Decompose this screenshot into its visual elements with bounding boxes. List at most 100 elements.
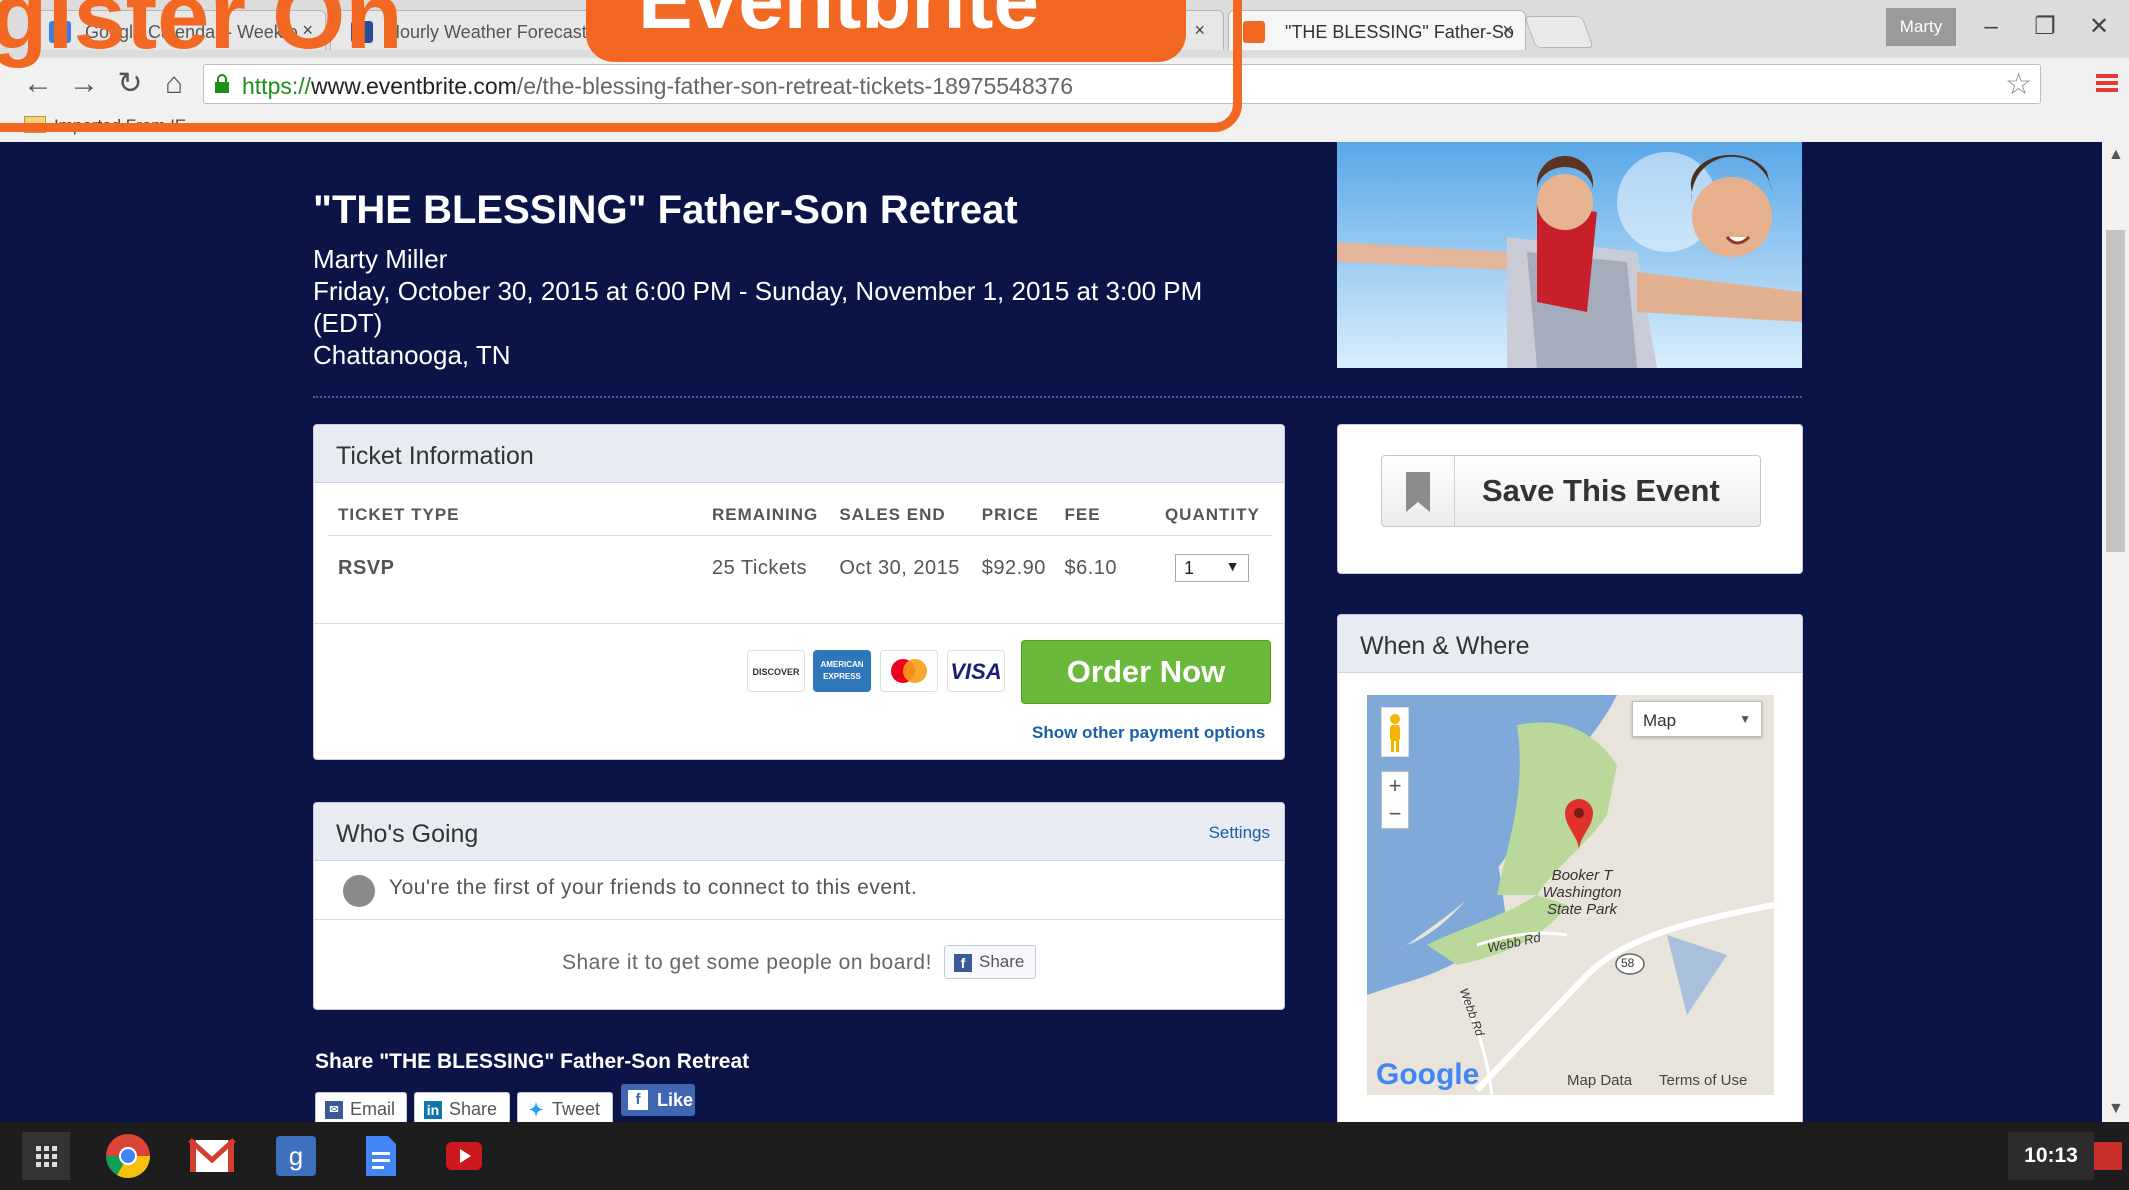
google-docs-icon[interactable] (356, 1132, 404, 1180)
fee-cell: $6.10 (1064, 556, 1118, 579)
app-launcher-icon[interactable] (22, 1132, 70, 1180)
bookmark-cell (1382, 456, 1455, 526)
zoom-in-button[interactable]: + (1382, 772, 1408, 800)
tab-blessing-retreat[interactable]: "THE BLESSING" Father-So × (1228, 10, 1526, 50)
taskbar: g 10:13 (0, 1122, 2129, 1190)
whos-going-panel: Who's Going Settings You're the first of… (313, 802, 1285, 1010)
annotation-banner-text: Eventbrite (638, 0, 1039, 46)
save-label: Save This Event (1482, 473, 1720, 508)
new-tab-button[interactable] (1524, 16, 1594, 48)
ticket-separator (314, 623, 1284, 624)
zoom-control: + − (1381, 771, 1409, 829)
restore-icon[interactable]: ❐ (2022, 8, 2068, 46)
event-hero-image (1337, 142, 1802, 368)
col-fee: FEE (1054, 483, 1125, 536)
zoom-out-button[interactable]: − (1382, 800, 1408, 828)
other-payment-options-link[interactable]: Show other payment options (1032, 723, 1265, 743)
ticket-type-cell: RSVP (338, 556, 395, 579)
friends-row: You're the first of your friends to conn… (314, 861, 1284, 920)
share-title: Share "THE BLESSING" Father-Son Retreat (315, 1050, 750, 1073)
col-quantity: QUANTITY (1124, 483, 1272, 536)
eventbrite-icon (1243, 21, 1265, 43)
gmail-icon[interactable] (188, 1132, 236, 1180)
scrollbar-thumb[interactable] (2106, 230, 2125, 552)
event-map[interactable]: + − Map ▼ Booker T Washington State Park… (1367, 695, 1774, 1095)
ticket-table: TICKET TYPE REMAINING SALES END PRICE FE… (328, 483, 1272, 600)
google-logo: Google (1376, 1058, 1479, 1092)
annotation-banner: Eventbrite (586, 0, 1186, 62)
profile-button[interactable]: Marty (1886, 8, 1956, 46)
caret-down-icon: ▼ (1225, 558, 1240, 574)
order-now-button[interactable]: Order Now (1021, 640, 1271, 704)
friends-text: You're the first of your friends to conn… (389, 876, 918, 899)
google-plus-icon[interactable]: g (272, 1132, 320, 1180)
col-remaining: REMAINING (702, 483, 830, 536)
col-ticket-type: TICKET TYPE (328, 483, 702, 536)
chrome-icon[interactable] (104, 1132, 152, 1180)
svg-text:g: g (289, 1141, 303, 1171)
remaining-cell: 25 Tickets (712, 556, 808, 579)
terms-of-use-link[interactable]: Terms of Use (1659, 1072, 1747, 1089)
twitter-icon: ✦ (527, 1100, 545, 1120)
share-prompt: Share it to get some people on board! (562, 951, 932, 974)
ticket-panel-heading: Ticket Information (314, 425, 1284, 483)
notification-tray-icon[interactable] (2094, 1142, 2122, 1170)
share-label: Share (979, 952, 1025, 971)
caret-down-icon: ▼ (1739, 712, 1751, 726)
close-icon[interactable]: × (1502, 20, 1513, 41)
settings-link[interactable]: Settings (1209, 823, 1270, 843)
youtube-icon[interactable] (440, 1132, 488, 1180)
save-event-panel: Save This Event (1337, 424, 1803, 574)
event-timezone: (EDT) (313, 308, 383, 338)
scroll-up-icon[interactable]: ▲ (2108, 146, 2124, 164)
linkedin-icon: in (424, 1101, 442, 1119)
map-data-link[interactable]: Map Data (1567, 1072, 1632, 1089)
annotation-left-text: gister On (0, 0, 403, 68)
linkedin-label: Share (449, 1099, 498, 1119)
facebook-like-button[interactable]: f Like (621, 1084, 695, 1116)
window-close-icon[interactable]: ✕ (2076, 8, 2122, 46)
event-organizer[interactable]: Marty Miller (313, 244, 447, 275)
visa-card-icon: VISA (947, 650, 1005, 692)
col-price: PRICE (971, 483, 1055, 536)
event-title: "THE BLESSING" Father-Son Retreat (313, 188, 1018, 232)
google-logo-text: Google (1376, 1058, 1480, 1091)
bookmark-icon (1406, 472, 1430, 512)
when-where-heading: When & Where (1338, 615, 1802, 673)
map-type-value: Map (1643, 711, 1677, 730)
col-sales-end: SALES END (829, 483, 972, 536)
minimize-icon[interactable]: – (1968, 8, 2014, 46)
park-label: Booker T Washington State Park (1542, 867, 1622, 918)
facebook-icon: f (954, 954, 972, 972)
event-page: "THE BLESSING" Father-Son Retreat Marty … (14, 142, 2102, 1122)
table-row: RSVP 25 Tickets Oct 30, 2015 $92.90 $6.1… (328, 536, 1272, 601)
email-share-button[interactable]: ✉ Email (315, 1092, 407, 1122)
facebook-icon: f (628, 1090, 648, 1110)
when-where-panel: When & Where + − Map ▼ Booker T Washingt… (1337, 614, 1803, 1122)
facebook-share-button[interactable]: f Share (944, 945, 1036, 979)
event-location: Chattanooga, TN (313, 340, 511, 370)
mastercard-logo (891, 659, 927, 683)
whos-going-heading: Who's Going Settings (314, 803, 1284, 861)
map-type-select[interactable]: Map ▼ (1632, 701, 1762, 737)
ticket-panel: Ticket Information TICKET TYPE REMAINING… (313, 424, 1285, 760)
system-clock[interactable]: 10:13 (2008, 1132, 2094, 1180)
scroll-down-icon[interactable]: ▼ (2108, 1100, 2124, 1118)
header-divider (313, 396, 1802, 398)
chrome-menu-icon[interactable] (2090, 66, 2124, 100)
tweet-label: Tweet (552, 1099, 601, 1119)
vertical-scrollbar[interactable]: ▲ ▼ (2102, 142, 2129, 1122)
linkedin-share-button[interactable]: in Share (414, 1092, 510, 1122)
friends-icon (343, 875, 375, 907)
route-shield-label: 58 (1621, 956, 1635, 970)
bookmark-star-icon[interactable]: ☆ (2005, 67, 2032, 102)
email-icon: ✉ (325, 1101, 343, 1119)
save-this-event-button[interactable]: Save This Event (1381, 455, 1761, 527)
pegman-icon[interactable] (1381, 707, 1409, 757)
quantity-value: 1 (1183, 558, 1195, 578)
tab-title: "THE BLESSING" Father-So (1285, 22, 1514, 42)
tweet-button[interactable]: ✦ Tweet (517, 1092, 613, 1122)
like-label: Like (657, 1090, 694, 1110)
quantity-select[interactable]: 1 ▼ (1174, 554, 1249, 582)
event-dates: Friday, October 30, 2015 at 6:00 PM - Su… (313, 276, 1203, 306)
